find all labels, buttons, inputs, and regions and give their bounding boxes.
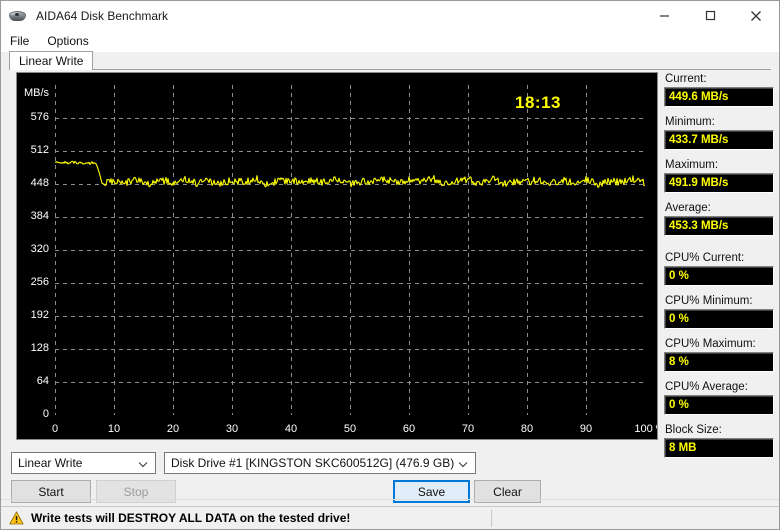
minimize-icon[interactable] — [641, 1, 687, 30]
test-mode-value: Linear Write — [18, 456, 83, 470]
stat-value-cpu-average: 0 % — [669, 399, 689, 411]
y-tick-0: 0 — [42, 408, 49, 420]
benchmark-chart: MB/s 18:13 0 64 128 192 256 320 384 448 512 576 0… — [16, 72, 658, 440]
drive-value: Disk Drive #1 [KINGSTON SKC600512G] (476… — [171, 456, 455, 470]
y-tick-128: 128 — [30, 342, 49, 354]
x-tick-50: 50 — [343, 423, 357, 435]
y-tick-64: 64 — [36, 375, 49, 387]
stat-box-minimum: 433.7 MB/s — [664, 130, 774, 150]
y-tick-448: 448 — [30, 177, 49, 189]
chart-y-axis-unit: MB/s — [24, 87, 50, 99]
stat-box-current: 449.6 MB/s — [664, 87, 774, 107]
window-controls — [641, 1, 779, 30]
close-icon[interactable] — [733, 1, 779, 30]
x-tick-80: 80 — [520, 423, 534, 435]
aida64-disk-benchmark-window: AIDA64 Disk Benchmark File Options Linea… — [0, 0, 780, 530]
stat-box-maximum: 491.9 MB/s — [664, 173, 774, 193]
panel-divider — [1, 499, 779, 500]
x-tick-30: 30 — [225, 423, 239, 435]
stat-value-maximum: 491.9 MB/s — [669, 177, 729, 189]
stat-box-cpu-current: 0 % — [664, 266, 774, 286]
y-tick-192: 192 — [30, 309, 49, 321]
stat-value-block-size: 8 MB — [669, 442, 697, 454]
x-tick-0: 0 — [51, 423, 59, 435]
stat-value-cpu-current: 0 % — [669, 270, 689, 282]
status-bar-separator — [491, 510, 492, 527]
stat-box-cpu-minimum: 0 % — [664, 309, 774, 329]
status-message: Write tests will DESTROY ALL DATA on the… — [31, 511, 351, 525]
stat-label-cpu-minimum: CPU% Minimum: — [665, 295, 753, 307]
x-tick-90: 90 — [579, 423, 593, 435]
stat-value-minimum: 433.7 MB/s — [669, 134, 729, 146]
disk-icon — [8, 7, 30, 25]
y-tick-384: 384 — [30, 210, 49, 222]
stat-box-average: 453.3 MB/s — [664, 216, 774, 236]
stat-label-cpu-current: CPU% Current: — [665, 252, 745, 264]
menu-bar: File Options — [1, 30, 779, 52]
stat-value-cpu-minimum: 0 % — [669, 313, 689, 325]
menu-item-options[interactable]: Options — [47, 32, 97, 50]
stat-label-cpu-maximum: CPU% Maximum: — [665, 338, 756, 350]
stat-label-block-size: Block Size: — [665, 424, 722, 436]
stat-label-average: Average: — [665, 202, 711, 214]
x-tick-20: 20 — [166, 423, 180, 435]
warning-icon — [9, 511, 24, 525]
drive-dropdown[interactable]: Disk Drive #1 [KINGSTON SKC600512G] (476… — [164, 452, 476, 474]
stat-box-block-size: 8 MB — [664, 438, 774, 458]
stat-label-maximum: Maximum: — [665, 159, 719, 171]
stat-box-cpu-maximum: 8 % — [664, 352, 774, 372]
chart-elapsed-timer: 18:13 — [515, 93, 561, 112]
tab-linear-write[interactable]: Linear Write — [9, 51, 94, 70]
y-tick-256: 256 — [30, 276, 49, 288]
title-bar: AIDA64 Disk Benchmark — [1, 1, 779, 30]
stat-value-current: 449.6 MB/s — [669, 91, 729, 103]
tab-strip: Linear Write — [9, 51, 771, 70]
stat-box-cpu-average: 0 % — [664, 395, 774, 415]
chart-trace-line — [55, 160, 645, 189]
x-tick-10: 10 — [107, 423, 121, 435]
x-tick-60: 60 — [402, 423, 416, 435]
x-tick-70: 70 — [461, 423, 475, 435]
menu-item-file[interactable]: File — [10, 32, 38, 50]
stats-group-gap — [664, 245, 774, 252]
stat-value-cpu-maximum: 8 % — [669, 356, 689, 368]
maximize-icon[interactable] — [687, 1, 733, 30]
chevron-down-icon — [138, 453, 148, 473]
y-tick-512: 512 — [30, 144, 49, 156]
stat-label-minimum: Minimum: — [665, 116, 715, 128]
statistics-panel: Current: 449.6 MB/s Minimum: 433.7 MB/s Maxi… — [664, 73, 774, 467]
tab-strip-underline — [9, 69, 771, 70]
stat-value-average: 453.3 MB/s — [669, 220, 729, 232]
window-title: AIDA64 Disk Benchmark — [36, 8, 169, 23]
y-tick-576: 576 — [30, 111, 49, 123]
stat-label-cpu-average: CPU% Average: — [665, 381, 748, 393]
x-tick-100: 100 % — [634, 423, 657, 435]
x-tick-40: 40 — [284, 423, 298, 435]
stat-label-current: Current: — [665, 73, 707, 85]
y-tick-320: 320 — [30, 243, 49, 255]
test-mode-dropdown[interactable]: Linear Write — [11, 452, 156, 474]
chevron-down-icon — [458, 453, 468, 473]
status-bar: Write tests will DESTROY ALL DATA on the… — [1, 506, 779, 529]
chart-plot-area — [55, 85, 645, 415]
